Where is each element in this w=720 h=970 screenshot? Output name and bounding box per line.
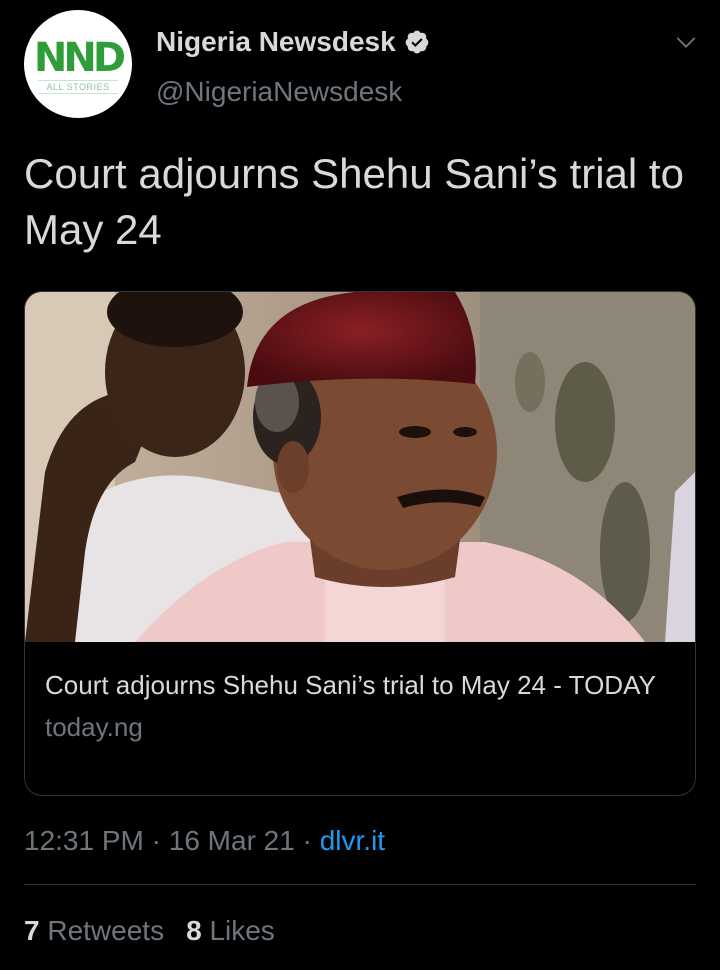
card-text: Court adjourns Shehu Sani’s trial to May… bbox=[45, 666, 675, 746]
card-domain: today.ng bbox=[45, 712, 143, 742]
tweet-source-link[interactable]: dlvr.it bbox=[320, 825, 385, 856]
retweets-link[interactable]: 7 Retweets bbox=[24, 915, 164, 946]
meta-separator: · bbox=[294, 825, 320, 856]
tweet-meta: 12:31 PM · 16 Mar 21 · dlvr.it bbox=[24, 822, 385, 860]
chevron-down-icon[interactable] bbox=[672, 28, 700, 56]
user-handle[interactable]: @NigeriaNewsdesk bbox=[156, 74, 402, 110]
card-photo bbox=[25, 292, 695, 642]
tweet-time[interactable]: 12:31 PM bbox=[24, 825, 144, 856]
avatar-logo-subtitle: ALL STORIES bbox=[38, 80, 118, 94]
tweet-text: Court adjourns Shehu Sani’s trial to May… bbox=[24, 150, 684, 253]
card-title: Court adjourns Shehu Sani’s trial to May… bbox=[45, 670, 656, 700]
display-name-link[interactable]: Nigeria Newsdesk bbox=[156, 24, 430, 60]
likes-link[interactable]: 8 Likes bbox=[186, 915, 275, 946]
meta-separator: · bbox=[143, 825, 169, 856]
display-name: Nigeria Newsdesk bbox=[156, 26, 396, 57]
likes-label: Likes bbox=[209, 915, 275, 946]
tweet-header: NND ALL STORIES Nigeria Newsdesk @Nigeri… bbox=[0, 0, 720, 130]
tweet-stats: 7 Retweets 8 Likes bbox=[24, 912, 275, 950]
avatar-logo-text: NND bbox=[33, 35, 126, 81]
retweets-label: Retweets bbox=[47, 915, 165, 946]
divider bbox=[24, 884, 696, 885]
retweets-count: 7 bbox=[24, 915, 40, 946]
verified-badge-icon bbox=[405, 30, 429, 54]
tweet-date[interactable]: 16 Mar 21 bbox=[169, 825, 295, 856]
likes-count: 8 bbox=[186, 915, 202, 946]
avatar[interactable]: NND ALL STORIES bbox=[24, 10, 132, 118]
link-card[interactable]: Court adjourns Shehu Sani’s trial to May… bbox=[24, 291, 696, 796]
